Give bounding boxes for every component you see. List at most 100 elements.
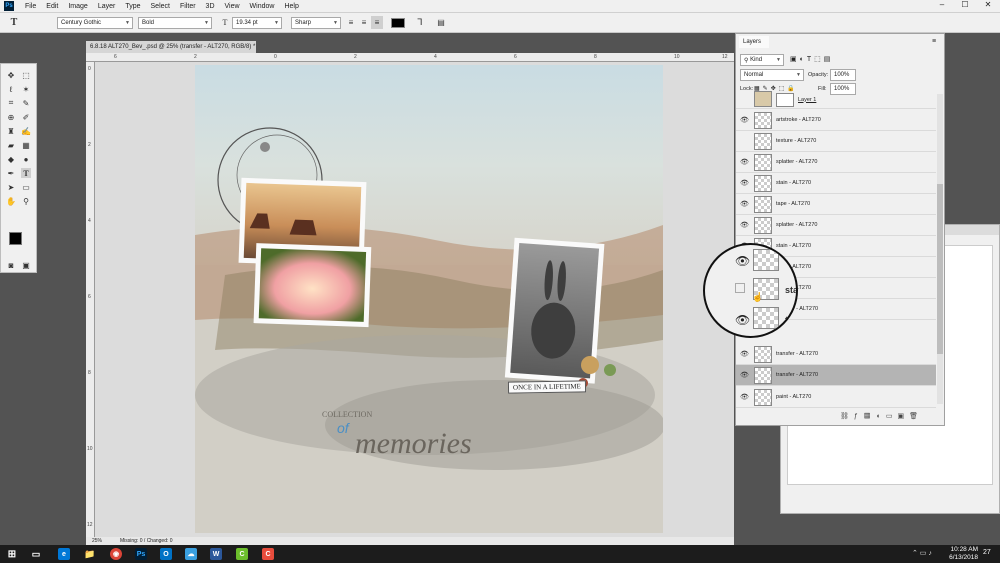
layer-row[interactable]: 👁 transfer - ALT270: [736, 344, 936, 365]
close-button[interactable]: ✕: [978, 0, 998, 9]
eye-icon[interactable]: 👁: [740, 371, 749, 380]
history-brush-tool-icon[interactable]: ✍: [21, 126, 31, 136]
layer-row[interactable]: 👁 artstroke - ALT270: [736, 110, 936, 131]
task-view-icon[interactable]: ▭: [30, 548, 42, 560]
eraser-tool-icon[interactable]: ▰: [6, 140, 16, 150]
foreground-color-swatch[interactable]: [9, 232, 22, 245]
clock-time[interactable]: 10:28 AM: [944, 546, 978, 553]
font-style-select[interactable]: Bold ▼: [138, 17, 212, 29]
notification-count[interactable]: 27: [983, 549, 991, 556]
layer-row[interactable]: Layer 1: [736, 91, 936, 109]
layer-name[interactable]: splatter - ALT270: [776, 222, 817, 228]
clock-date[interactable]: 6/13/2018: [944, 554, 978, 561]
magic-wand-tool-icon[interactable]: ✶: [21, 84, 31, 94]
character-panel-icon[interactable]: ▤: [435, 16, 447, 29]
menu-file[interactable]: File: [20, 3, 41, 10]
filter-type-icons[interactable]: ▣◐T⬚▤: [790, 55, 833, 63]
layers-footer-icons[interactable]: ⛓ƒ◼◐▭▣🗑: [840, 412, 923, 420]
menu-image[interactable]: Image: [63, 3, 92, 10]
type-tool-icon[interactable]: T: [21, 168, 31, 178]
snagit-icon[interactable]: C: [262, 548, 274, 560]
layer-visibility-empty[interactable]: [740, 137, 749, 146]
layer-row[interactable]: 👁 paint - ALT270: [736, 387, 936, 408]
clone-stamp-tool-icon[interactable]: ♜: [6, 126, 16, 136]
layer-name[interactable]: texture - ALT270: [776, 138, 816, 144]
align-center-icon[interactable]: ≡: [358, 16, 370, 29]
menu-layer[interactable]: Layer: [93, 3, 121, 10]
shape-tool-icon[interactable]: ▭: [21, 182, 31, 192]
panel-menu-icon[interactable]: ≡: [932, 38, 936, 45]
opacity-input[interactable]: 100%: [830, 69, 856, 81]
scrollbar-thumb[interactable]: [937, 184, 943, 354]
menu-filter[interactable]: Filter: [175, 3, 201, 10]
layers-scrollbar[interactable]: [937, 94, 943, 404]
layer-visibility-empty[interactable]: [740, 95, 749, 104]
menu-help[interactable]: Help: [279, 3, 303, 10]
layer-name[interactable]: transfer - ALT270: [776, 372, 818, 378]
hand-tool-icon[interactable]: ✋: [6, 196, 16, 206]
screen-mode-icon[interactable]: ▣: [21, 260, 31, 270]
blend-mode-select[interactable]: Normal ▼: [740, 69, 804, 81]
blur-tool-icon[interactable]: ◆: [6, 154, 16, 164]
layer-name[interactable]: artstroke - ALT270: [776, 117, 821, 123]
healing-tool-icon[interactable]: ⊕: [6, 112, 16, 122]
eye-icon[interactable]: 👁: [740, 200, 749, 209]
eye-icon[interactable]: 👁: [740, 221, 749, 230]
layer-name[interactable]: paint - ALT270: [776, 394, 811, 400]
system-tray-icons[interactable]: ⌃ ▭ ♪: [912, 549, 932, 557]
layer-name[interactable]: transfer - ALT270: [776, 351, 818, 357]
vertical-ruler[interactable]: 0 2 4 6 8 10 12: [86, 62, 95, 537]
pen-tool-icon[interactable]: ✒: [6, 168, 16, 178]
layer-kind-filter[interactable]: ⚲ Kind ▼: [740, 54, 784, 66]
crop-tool-icon[interactable]: ⌗: [6, 98, 16, 108]
photoshop-taskbar-icon[interactable]: Ps: [135, 548, 147, 560]
eye-icon[interactable]: 👁: [740, 116, 749, 125]
outlook-icon[interactable]: O: [160, 548, 172, 560]
eye-icon[interactable]: 👁: [740, 158, 749, 167]
word-icon[interactable]: W: [210, 548, 222, 560]
horizontal-ruler[interactable]: 6 2 0 2 4 6 8 10 12: [86, 53, 734, 62]
text-color-swatch[interactable]: [391, 18, 405, 28]
layer-row[interactable]: 👁 splatter - ALT270: [736, 152, 936, 173]
antialias-select[interactable]: Sharp ▼: [291, 17, 341, 29]
warp-text-icon[interactable]: Ꞁ: [414, 16, 426, 29]
layer-name[interactable]: tape - ALT270: [776, 201, 810, 207]
lasso-tool-icon[interactable]: ℓ: [6, 84, 16, 94]
layer-row[interactable]: 👁 tape - ALT270: [736, 194, 936, 215]
windows-start-icon[interactable]: ⊞: [6, 548, 18, 560]
move-tool-icon[interactable]: ✥: [6, 70, 16, 80]
gradient-tool-icon[interactable]: ▦: [21, 140, 31, 150]
camtasia-icon[interactable]: C: [236, 548, 248, 560]
eye-icon[interactable]: 👁: [740, 393, 749, 402]
tab-layers[interactable]: Layers: [739, 36, 769, 48]
zoom-tool-icon[interactable]: ⚲: [21, 196, 31, 206]
edge-browser-icon[interactable]: e: [58, 548, 70, 560]
layer-row[interactable]: 👁 stain - ALT270: [736, 173, 936, 194]
type-tool-preset-icon[interactable]: T: [8, 16, 20, 29]
font-family-select[interactable]: Century Gothic ▼: [57, 17, 133, 29]
menu-edit[interactable]: Edit: [41, 3, 63, 10]
menu-view[interactable]: View: [220, 3, 245, 10]
layer-name[interactable]: stain - ALT270: [776, 180, 811, 186]
path-selection-tool-icon[interactable]: ➤: [6, 182, 16, 192]
menu-select[interactable]: Select: [146, 3, 175, 10]
document-tab[interactable]: 6.8.18 ALT270_Bev_.psd @ 25% (transfer -…: [86, 41, 256, 53]
brush-tool-icon[interactable]: ✐: [21, 112, 31, 122]
layer-row[interactable]: 👁 splatter - ALT270: [736, 215, 936, 236]
onedrive-icon[interactable]: ☁: [185, 548, 197, 560]
layer-row-selected[interactable]: 👁 transfer - ALT270: [736, 365, 936, 386]
align-left-icon[interactable]: ≡: [345, 16, 357, 29]
dodge-tool-icon[interactable]: ●: [21, 154, 31, 164]
eye-icon[interactable]: 👁: [740, 179, 749, 188]
menu-type[interactable]: Type: [120, 3, 145, 10]
menu-window[interactable]: Window: [245, 3, 280, 10]
layer-name[interactable]: splatter - ALT270: [776, 159, 817, 165]
maximize-button[interactable]: ☐: [955, 0, 975, 9]
eyedropper-tool-icon[interactable]: ✎: [21, 98, 31, 108]
eye-icon[interactable]: 👁: [740, 350, 749, 359]
zoom-level[interactable]: 25%: [92, 538, 102, 544]
layer-row[interactable]: texture - ALT270: [736, 131, 936, 152]
layer-name[interactable]: stain - ALT270: [776, 243, 811, 249]
artwork-canvas[interactable]: ONCE IN A LIFETIME COLLECTION of memorie…: [195, 65, 663, 533]
font-size-select[interactable]: 19.34 pt ▼: [232, 17, 282, 29]
